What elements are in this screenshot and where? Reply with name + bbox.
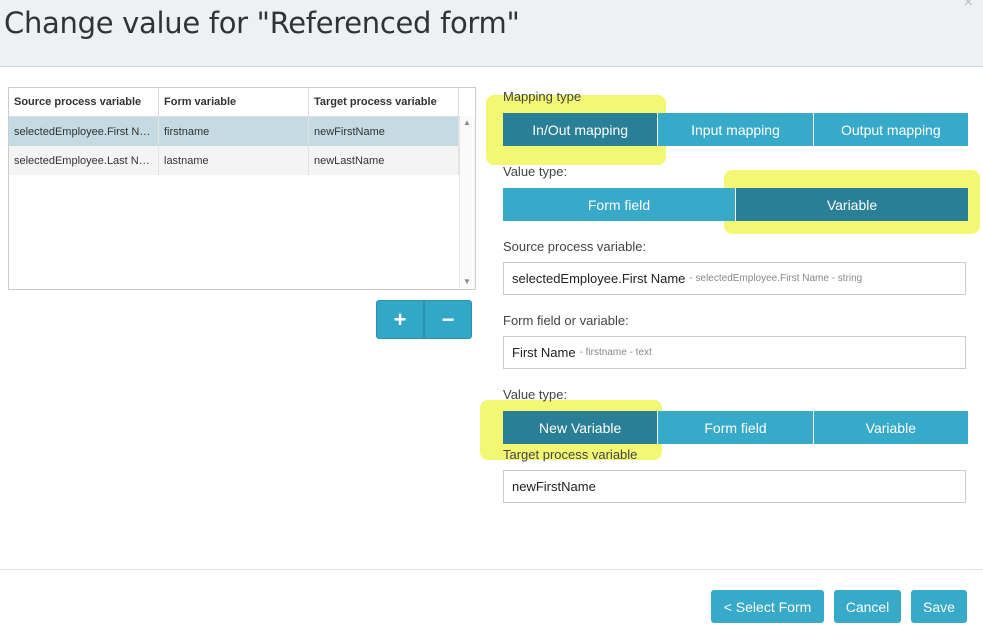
column-header-form[interactable]: Form variable xyxy=(158,88,309,117)
source-variable-label: Source process variable: xyxy=(503,239,647,254)
mapping-table: Source process variable Form variable Ta… xyxy=(8,87,476,290)
form-field-value: First Name xyxy=(512,345,576,360)
option-input-mapping[interactable]: Input mapping xyxy=(658,113,814,146)
column-header-source[interactable]: Source process variable xyxy=(9,88,159,117)
save-button[interactable]: Save xyxy=(911,590,967,623)
source-variable-field[interactable]: selectedEmployee.First Name - selectedEm… xyxy=(503,262,966,295)
cell-source[interactable]: selectedEmployee.First Name xyxy=(9,116,159,146)
select-form-button[interactable]: < Select Form xyxy=(711,590,824,623)
add-row-button[interactable]: + xyxy=(376,300,424,339)
value-type-target-label: Value type: xyxy=(503,387,568,402)
dialog-title: Change value for "Referenced form" xyxy=(4,6,520,40)
target-variable-label: Target process variable xyxy=(503,447,638,462)
value-type-source-selector: Form field Variable xyxy=(503,188,968,221)
option-inout-mapping[interactable]: In/Out mapping xyxy=(503,113,659,146)
cell-form[interactable]: firstname xyxy=(158,116,309,146)
table-row[interactable]: selectedEmployee.Last Name lastname newL… xyxy=(9,146,459,175)
dialog-header: Change value for "Referenced form" × xyxy=(0,0,983,67)
form-field-input[interactable]: First Name - firstname - text xyxy=(503,336,966,369)
cell-source[interactable]: selectedEmployee.Last Name xyxy=(9,146,159,175)
value-type-label: Value type: xyxy=(503,164,568,179)
remove-row-button[interactable]: − xyxy=(424,300,472,339)
target-variable-input[interactable]: newFirstName xyxy=(503,470,966,503)
cell-target[interactable]: newLastName xyxy=(308,146,459,175)
option-output-mapping[interactable]: Output mapping xyxy=(813,113,968,146)
target-variable-value: newFirstName xyxy=(512,479,596,494)
cell-target[interactable]: newFirstName xyxy=(308,116,459,146)
option-form-field[interactable]: Form field xyxy=(503,188,736,221)
scroll-up-icon[interactable]: ▲ xyxy=(463,118,471,127)
column-header-target[interactable]: Target process variable xyxy=(308,88,459,117)
option-variable-target[interactable]: Variable xyxy=(813,411,968,444)
cancel-button[interactable]: Cancel xyxy=(834,590,901,623)
table-header-row: Source process variable Form variable Ta… xyxy=(9,88,459,117)
option-variable[interactable]: Variable xyxy=(736,188,968,221)
footer-divider xyxy=(0,569,983,570)
form-field-detail: - firstname - text xyxy=(579,347,652,358)
table-scrollbar[interactable]: ▲ ▼ xyxy=(459,116,475,288)
mapping-type-label: Mapping type xyxy=(503,89,582,104)
row-buttons: + − xyxy=(376,300,472,339)
cell-form[interactable]: lastname xyxy=(158,146,309,175)
scroll-down-icon[interactable]: ▼ xyxy=(463,277,471,286)
source-variable-value: selectedEmployee.First Name xyxy=(512,271,686,286)
mapping-type-selector: In/Out mapping Input mapping Output mapp… xyxy=(503,113,968,146)
source-variable-detail: - selectedEmployee.First Name - string xyxy=(689,273,863,284)
option-new-variable[interactable]: New Variable xyxy=(503,411,659,444)
table-row[interactable]: selectedEmployee.First Name firstname ne… xyxy=(9,116,459,146)
form-field-label: Form field or variable: xyxy=(503,313,629,328)
value-type-target-selector: New Variable Form field Variable xyxy=(503,411,968,444)
close-icon[interactable]: × xyxy=(964,0,973,12)
option-form-field-target[interactable]: Form field xyxy=(658,411,814,444)
